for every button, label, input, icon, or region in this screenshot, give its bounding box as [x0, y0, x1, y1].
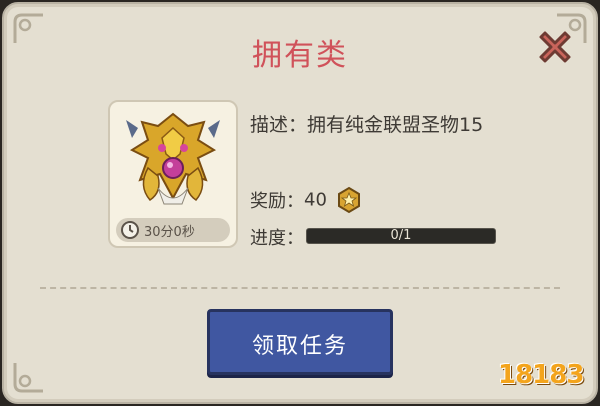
quest-icon-card: 30分0秒 — [108, 100, 238, 248]
gold-star-coin-icon — [335, 186, 363, 214]
accept-quest-button[interactable]: 领取任务 — [207, 309, 393, 375]
quest-description: 描述：拥有纯金联盟圣物15 — [250, 114, 484, 136]
accept-quest-label: 领取任务 — [251, 334, 348, 359]
reward-row: 奖励：40 — [250, 186, 363, 214]
reward-value: 40 — [304, 189, 327, 211]
golden-dragon-relic-icon — [118, 108, 228, 212]
divider — [40, 287, 560, 289]
corner-ornament-icon — [12, 360, 46, 394]
close-button[interactable] — [532, 24, 578, 70]
clock-icon — [120, 220, 140, 240]
timer-pill: 30分0秒 — [116, 218, 230, 242]
watermark-text: 18183 — [498, 360, 584, 390]
progress-bar: 0/1 — [306, 228, 496, 244]
site-logo-watermark: 18183 — [494, 346, 594, 400]
progress-text: 0/1 — [390, 228, 412, 243]
close-x-icon — [539, 31, 571, 63]
reward-label: 奖励： — [250, 191, 304, 212]
dialog-title: 拥有类 — [252, 38, 348, 73]
progress-label: 进度： — [250, 228, 304, 249]
timer-text: 30分0秒 — [144, 225, 195, 240]
